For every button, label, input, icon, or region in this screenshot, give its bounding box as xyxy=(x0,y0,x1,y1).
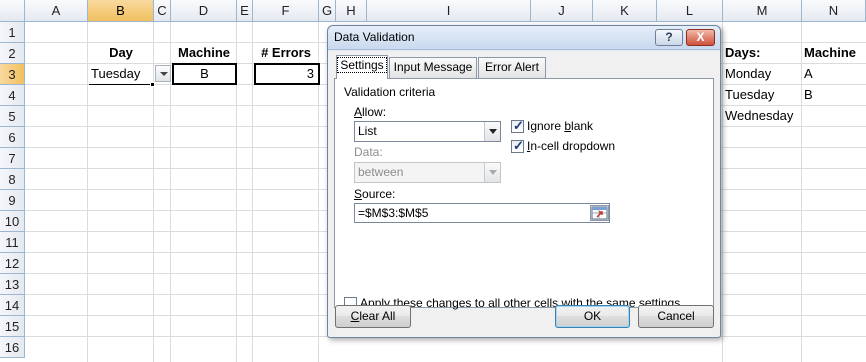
in-cell-dropdown-checkbox[interactable]: ✓ xyxy=(511,138,524,153)
row-header-16[interactable]: 16 xyxy=(0,337,25,358)
row-header-13[interactable]: 13 xyxy=(0,274,25,295)
cell-header-machine[interactable]: Machine xyxy=(171,45,237,60)
cancel-button[interactable]: Cancel xyxy=(638,305,714,328)
fill-handle[interactable] xyxy=(150,82,155,87)
help-button[interactable]: ? xyxy=(655,29,683,46)
data-dropdown-button xyxy=(484,163,500,182)
cell-header-errors[interactable]: # Errors xyxy=(253,45,319,60)
cell-day-list-item[interactable]: Monday xyxy=(725,66,771,81)
tab-settings-label: Settings xyxy=(337,57,387,73)
column-header-i[interactable]: I xyxy=(367,0,531,22)
row-header-2[interactable]: 2 xyxy=(0,43,25,64)
settings-panel: Validation criteria Allow: List ✓ Ignore… xyxy=(334,78,714,310)
column-header-k[interactable]: K xyxy=(593,0,657,22)
column-header-j[interactable]: J xyxy=(531,0,593,22)
column-header-l[interactable]: L xyxy=(657,0,723,22)
source-input-value: =$M$3:$M$5 xyxy=(358,206,429,220)
cell-day-value[interactable]: Tuesday xyxy=(89,65,153,85)
dialog-body: Settings Input Message Error Alert Valid… xyxy=(328,51,720,337)
checkmark-icon: ✓ xyxy=(513,118,524,133)
column-header-e[interactable]: E xyxy=(237,0,253,22)
row-header-6[interactable]: 6 xyxy=(0,127,25,148)
source-label: Source: xyxy=(354,187,395,201)
allow-select-value: List xyxy=(358,124,377,138)
allow-select[interactable]: List xyxy=(354,121,501,142)
allow-dropdown-button[interactable] xyxy=(484,122,500,141)
row-header-10[interactable]: 10 xyxy=(0,211,25,232)
cell-days-header[interactable]: Days: xyxy=(725,45,760,60)
clear-all-text: lear All xyxy=(359,309,396,323)
chevron-down-icon xyxy=(489,170,497,175)
row-header-5[interactable]: 5 xyxy=(0,106,25,127)
row-header-9[interactable]: 9 xyxy=(0,190,25,211)
ignore-blank-checkbox[interactable]: ✓ xyxy=(511,118,524,133)
row-header-11[interactable]: 11 xyxy=(0,232,25,253)
column-header-n[interactable]: N xyxy=(802,0,866,22)
source-label-text: ource: xyxy=(362,187,396,201)
allow-label-text: llow: xyxy=(362,105,387,119)
row-header-7[interactable]: 7 xyxy=(0,148,25,169)
cell-day-list-item[interactable]: Tuesday xyxy=(725,87,774,102)
row-header-1[interactable]: 1 xyxy=(0,22,25,43)
ignore-blank-text: Ignore xyxy=(527,119,565,133)
clear-all-button[interactable]: Clear All xyxy=(335,305,411,328)
column-header-f[interactable]: F xyxy=(253,0,319,22)
allow-label: Allow: xyxy=(354,105,386,119)
data-validation-dialog[interactable]: Data Validation ? X Settings Input Messa… xyxy=(327,25,721,338)
grid-line xyxy=(153,22,154,362)
close-button[interactable]: X xyxy=(686,29,715,46)
ok-button[interactable]: OK xyxy=(555,305,630,328)
cell-day-list-item[interactable]: Wednesday xyxy=(725,108,793,123)
ignore-blank-text-end: lank xyxy=(571,119,594,133)
column-header-a[interactable]: A xyxy=(25,0,88,22)
row-header-8[interactable]: 8 xyxy=(0,169,25,190)
clear-all-accel: C xyxy=(350,309,360,323)
cell-errors-value[interactable]: 3 xyxy=(254,63,320,85)
tab-settings[interactable]: Settings xyxy=(336,55,388,79)
cell-machine-list-item[interactable]: A xyxy=(804,66,813,81)
checkmark-icon: ✓ xyxy=(513,138,524,153)
column-header-c[interactable]: C xyxy=(154,0,171,22)
chevron-down-icon xyxy=(489,129,497,134)
grid-line xyxy=(87,22,88,362)
row-header-15[interactable]: 15 xyxy=(0,316,25,337)
chevron-down-icon xyxy=(160,72,168,76)
select-all-corner[interactable] xyxy=(0,0,25,22)
ignore-blank-label[interactable]: Ignore blank xyxy=(527,119,593,133)
grid-line xyxy=(722,22,723,362)
allow-label-accel: A xyxy=(354,105,363,119)
source-label-accel: S xyxy=(354,187,363,201)
row-header-14[interactable]: 14 xyxy=(0,295,25,316)
grid-line xyxy=(252,22,253,362)
collapse-dialog-button[interactable] xyxy=(590,205,609,221)
cell-machine-list-header[interactable]: Machine xyxy=(804,45,856,60)
tab-input-message[interactable]: Input Message xyxy=(389,57,477,78)
row-header-12[interactable]: 12 xyxy=(0,253,25,274)
cell-dropdown-button[interactable] xyxy=(155,65,171,82)
apply-all-text-end: ly these changes to all other cells with… xyxy=(381,296,681,310)
dialog-title: Data Validation xyxy=(334,30,415,44)
grid-line xyxy=(801,22,802,362)
column-header-d[interactable]: D xyxy=(171,0,237,22)
column-header-b[interactable]: B xyxy=(88,0,154,22)
in-cell-text: n-cell dropdown xyxy=(530,139,616,153)
dialog-titlebar[interactable]: Data Validation ? X xyxy=(328,26,720,50)
cell-machine-value[interactable]: B xyxy=(172,63,237,85)
row-header-3[interactable]: 3 xyxy=(0,64,25,85)
section-title: Validation criteria xyxy=(344,85,436,99)
cell-machine-list-item[interactable]: B xyxy=(804,87,813,102)
range-select-icon xyxy=(591,206,608,220)
row-header-4[interactable]: 4 xyxy=(0,85,25,106)
source-input[interactable]: =$M$3:$M$5 xyxy=(354,203,610,223)
data-label: Data: xyxy=(354,145,383,159)
column-header-h[interactable]: H xyxy=(336,0,367,22)
column-header-g[interactable]: G xyxy=(319,0,336,22)
column-header-m[interactable]: M xyxy=(723,0,802,22)
data-select-value: between xyxy=(358,165,404,179)
cell-header-day[interactable]: Day xyxy=(88,45,154,60)
in-cell-dropdown-label[interactable]: In-cell dropdown xyxy=(527,139,615,153)
tab-error-alert[interactable]: Error Alert xyxy=(478,57,546,78)
data-select: between xyxy=(354,162,501,183)
